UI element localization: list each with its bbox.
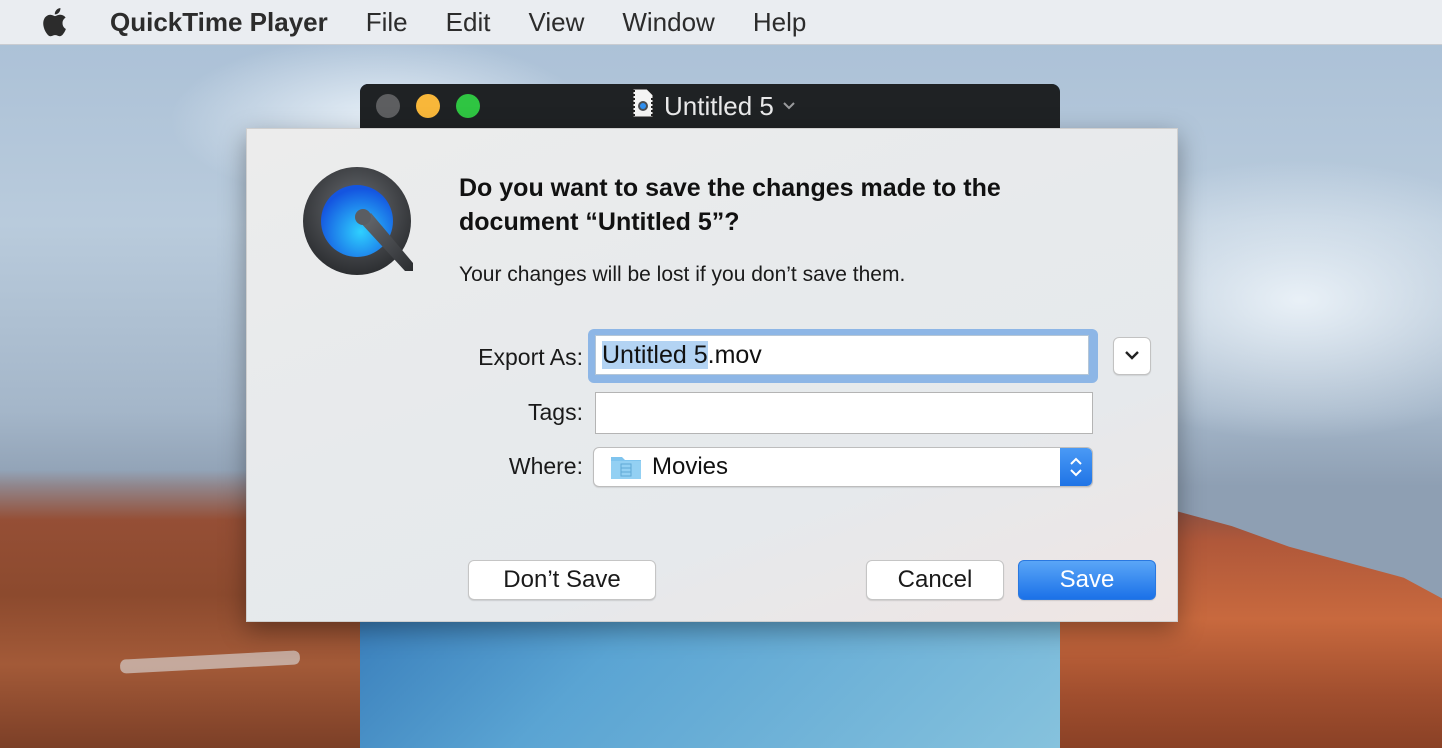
quicktime-icon (301, 167, 417, 283)
where-value: Movies (652, 453, 729, 480)
tags-field[interactable] (595, 392, 1093, 434)
apple-logo-icon[interactable] (40, 6, 68, 38)
movie-document-icon (632, 88, 654, 125)
minimize-button[interactable] (416, 94, 440, 118)
cancel-button[interactable]: Cancel (866, 560, 1004, 600)
window-title: Untitled 5 (664, 90, 774, 121)
close-button[interactable] (376, 94, 400, 118)
movies-folder-icon (610, 454, 642, 480)
dont-save-button[interactable]: Don’t Save (468, 560, 656, 600)
export-as-selected-text: Untitled 5 (602, 341, 708, 369)
save-changes-sheet: Do you want to save the changes made to … (246, 128, 1178, 622)
chevron-down-icon (1124, 347, 1140, 365)
menu-window[interactable]: Window (622, 7, 714, 38)
export-as-label: Export As: (478, 344, 583, 370)
export-as-extension: .mov (707, 341, 762, 369)
popup-stepper-icon (1060, 448, 1092, 486)
expand-save-panel-button[interactable] (1113, 337, 1151, 375)
dialog-message-title: Do you want to save the changes made to … (459, 174, 1001, 236)
dialog-informative-text: Your changes will be lost if you don’t s… (459, 263, 906, 286)
menu-app-name[interactable]: QuickTime Player (110, 7, 328, 38)
menu-help[interactable]: Help (753, 7, 806, 38)
window-title-group[interactable]: Untitled 5 (632, 88, 796, 125)
export-as-field[interactable]: Untitled 5.mov (595, 335, 1089, 375)
menu-view[interactable]: View (528, 7, 584, 38)
zoom-button[interactable] (456, 94, 480, 118)
chevron-down-icon[interactable] (782, 98, 796, 114)
tags-label: Tags: (528, 399, 583, 425)
where-popup-button[interactable]: Movies (593, 447, 1093, 487)
menu-edit[interactable]: Edit (446, 7, 491, 38)
window-titlebar[interactable]: Untitled 5 (360, 84, 1060, 128)
menu-file[interactable]: File (366, 7, 408, 38)
menu-bar: QuickTime Player File Edit View Window H… (0, 0, 1442, 45)
save-button[interactable]: Save (1018, 560, 1156, 600)
where-label: Where: (508, 453, 583, 479)
